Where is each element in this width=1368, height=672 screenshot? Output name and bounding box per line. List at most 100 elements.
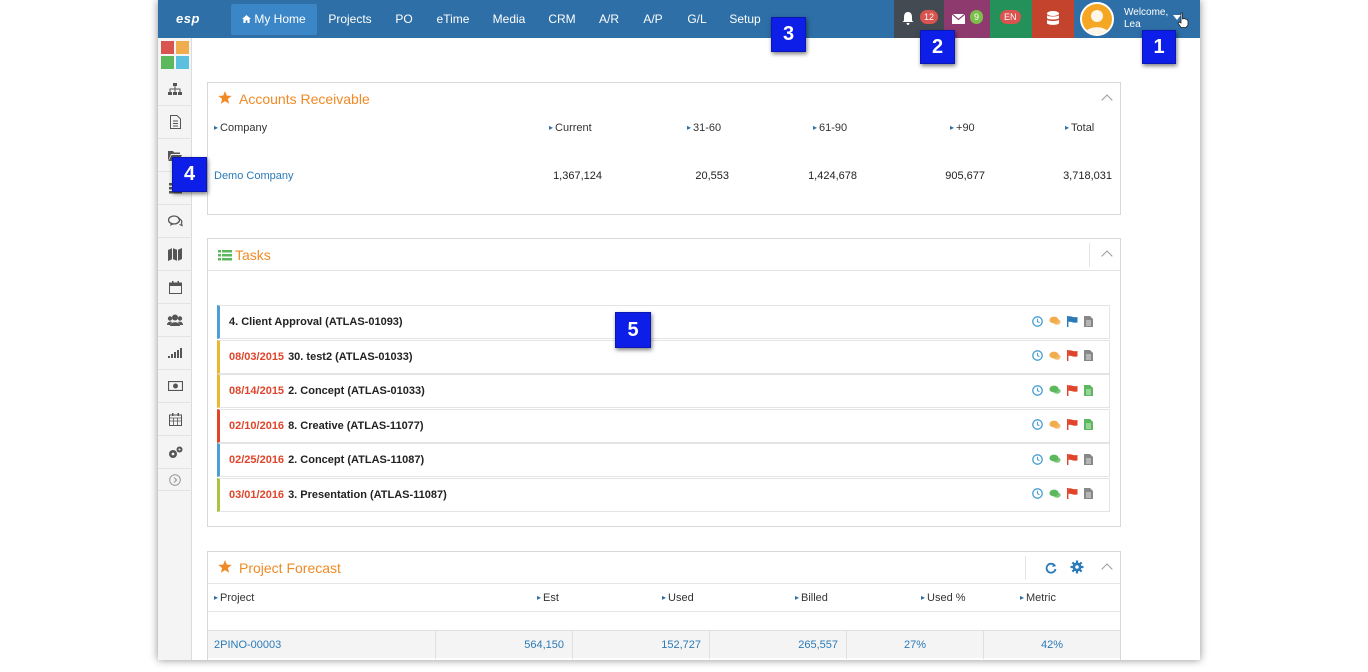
- sidebar-item-signal[interactable]: [158, 337, 192, 370]
- column-header-est[interactable]: Est: [537, 592, 559, 604]
- column-header-billed[interactable]: Billed: [795, 592, 828, 604]
- clock-icon[interactable]: [1032, 384, 1043, 396]
- flag-icon[interactable]: [1067, 453, 1078, 465]
- task-row[interactable]: 4. Client Approval (ATLAS-01093): [217, 305, 1110, 339]
- panel-header: Tasks: [208, 239, 1120, 271]
- column-header-31-60[interactable]: 31-60: [687, 122, 721, 134]
- clock-icon[interactable]: [1032, 488, 1043, 499]
- forecast-billed-value: 265,557: [710, 631, 847, 659]
- language-badge: EN: [1000, 10, 1021, 24]
- sidebar-item-org-chart[interactable]: [158, 73, 192, 106]
- column-header-metric[interactable]: Metric: [1020, 592, 1056, 604]
- clock-icon[interactable]: [1032, 419, 1043, 430]
- nav-etime[interactable]: eTime: [432, 0, 474, 38]
- sidebar-item-comments[interactable]: [158, 205, 192, 238]
- task-row[interactable]: 03/01/2016 3. Presentation (ATLAS-11087): [217, 477, 1110, 512]
- column-header-company[interactable]: Company: [214, 122, 267, 134]
- sidebar-item-documents[interactable]: [158, 106, 192, 139]
- flag-icon[interactable]: [1067, 419, 1078, 430]
- welcome-text[interactable]: Welcome, Lea: [1124, 7, 1168, 31]
- refresh-icon[interactable]: [1045, 562, 1057, 574]
- column-header-current[interactable]: Current: [549, 122, 592, 134]
- callout-marker-5: 5: [615, 312, 651, 348]
- database-button[interactable]: [1032, 0, 1074, 38]
- comments-icon[interactable]: [1049, 316, 1061, 326]
- app-logo[interactable]: esp: [176, 11, 200, 26]
- nav-po[interactable]: PO: [389, 0, 419, 38]
- sidebar-item-settings[interactable]: [158, 436, 192, 469]
- sidebar-expand-button[interactable]: [158, 469, 192, 491]
- clock-icon[interactable]: [1032, 315, 1043, 327]
- panel-title: Project Forecast: [239, 560, 341, 576]
- column-header-used-pct[interactable]: Used %: [921, 592, 966, 604]
- nav-ar[interactable]: A/R: [594, 0, 624, 38]
- flag-icon[interactable]: [1067, 315, 1078, 327]
- nav-projects[interactable]: Projects: [323, 0, 377, 38]
- task-text[interactable]: 4. Client Approval (ATLAS-01093): [229, 316, 403, 328]
- task-actions: [1032, 418, 1093, 432]
- gear-icon[interactable]: [1070, 560, 1084, 574]
- comments-icon[interactable]: [1049, 385, 1061, 395]
- document-icon[interactable]: [1084, 419, 1093, 430]
- flag-icon[interactable]: [1067, 488, 1078, 499]
- clock-icon[interactable]: [1032, 453, 1043, 465]
- comments-icon[interactable]: [1049, 454, 1061, 464]
- ar-90-value: 905,677: [945, 170, 985, 182]
- nav-gl[interactable]: G/L: [682, 0, 712, 38]
- clock-icon[interactable]: [1032, 350, 1043, 361]
- task-name: 2. Concept (ATLAS-01033): [288, 385, 425, 397]
- comments-icon[interactable]: [1049, 351, 1061, 361]
- chevron-up-icon[interactable]: [1101, 94, 1113, 106]
- task-row[interactable]: 02/25/2016 2. Concept (ATLAS-11087): [217, 443, 1110, 477]
- chevron-up-icon[interactable]: [1101, 250, 1113, 262]
- sidebar-item-map[interactable]: [158, 238, 192, 271]
- nav-media[interactable]: Media: [488, 0, 530, 38]
- list-icon: [218, 250, 232, 261]
- sidebar-item-schedule[interactable]: [158, 403, 192, 436]
- column-header-61-90[interactable]: 61-90: [813, 122, 847, 134]
- document-icon[interactable]: [1084, 350, 1093, 361]
- callout-marker-1: 1: [1142, 30, 1176, 64]
- project-link[interactable]: 2PINO-00003: [208, 631, 436, 659]
- task-actions: [1032, 452, 1093, 466]
- comments-icon[interactable]: [1049, 489, 1061, 499]
- column-header-used[interactable]: Used: [662, 592, 694, 604]
- task-text[interactable]: 02/25/2016 2. Concept (ATLAS-11087): [229, 454, 424, 466]
- column-header-total[interactable]: Total: [1065, 122, 1094, 134]
- sidebar-item-users[interactable]: [158, 304, 192, 337]
- nav-ap[interactable]: A/P: [638, 0, 668, 38]
- chevron-right-circle-icon: [169, 473, 181, 486]
- task-row[interactable]: 08/03/2015 30. test2 (ATLAS-01033): [217, 339, 1110, 374]
- task-actions: [1032, 314, 1093, 328]
- app-grid-logo-icon[interactable]: [161, 41, 189, 69]
- chevron-up-icon[interactable]: [1101, 563, 1113, 575]
- document-icon[interactable]: [1084, 488, 1093, 499]
- task-name: 4. Client Approval (ATLAS-01093): [229, 316, 403, 328]
- task-text[interactable]: 08/03/2015 30. test2 (ATLAS-01033): [229, 351, 413, 363]
- forecast-used-pct-value: 27%: [847, 631, 984, 659]
- flag-icon[interactable]: [1067, 384, 1078, 396]
- document-icon[interactable]: [1084, 315, 1093, 327]
- user-avatar[interactable]: [1080, 2, 1114, 36]
- flag-icon[interactable]: [1067, 350, 1078, 361]
- task-actions: [1032, 349, 1093, 363]
- star-icon: [218, 91, 232, 104]
- task-row[interactable]: 08/14/2015 2. Concept (ATLAS-01033): [217, 374, 1110, 408]
- document-icon[interactable]: [1084, 384, 1093, 396]
- sidebar-item-calendar[interactable]: [158, 271, 192, 304]
- comments-icon[interactable]: [1049, 420, 1061, 430]
- header-divider: [1089, 243, 1090, 267]
- nav-my-home[interactable]: My Home: [231, 4, 317, 35]
- document-icon[interactable]: [1084, 453, 1093, 465]
- nav-crm[interactable]: CRM: [545, 0, 579, 38]
- column-header-project[interactable]: Project: [214, 592, 254, 604]
- task-text[interactable]: 08/14/2015 2. Concept (ATLAS-01033): [229, 385, 425, 397]
- company-link[interactable]: Demo Company: [214, 170, 293, 182]
- task-row[interactable]: 02/10/2016 8. Creative (ATLAS-11077): [217, 408, 1110, 443]
- sidebar-item-money[interactable]: [158, 370, 192, 403]
- nav-setup[interactable]: Setup: [727, 0, 763, 38]
- column-header-90[interactable]: +90: [950, 122, 975, 134]
- task-text[interactable]: 03/01/2016 3. Presentation (ATLAS-11087): [229, 489, 447, 501]
- task-text[interactable]: 02/10/2016 8. Creative (ATLAS-11077): [229, 420, 424, 432]
- language-button[interactable]: EN: [990, 0, 1032, 38]
